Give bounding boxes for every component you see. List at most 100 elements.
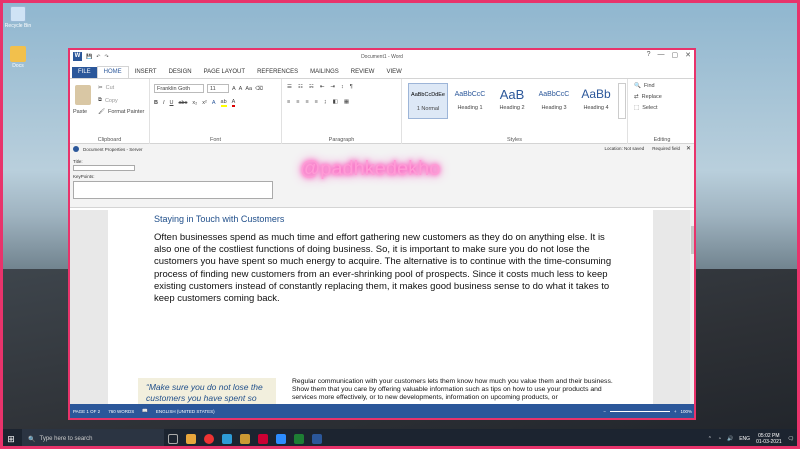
font-color-icon[interactable]: A [231, 99, 236, 107]
title-field-label: Title: [73, 159, 83, 164]
word-count[interactable]: 760 WORDS [108, 409, 134, 414]
keypoints-field[interactable] [73, 181, 273, 199]
replace-button[interactable]: Replace [642, 94, 662, 100]
close-button[interactable]: ✕ [685, 51, 691, 59]
clock[interactable]: 05:02 PM 01-03-2021 [756, 433, 782, 445]
task-view-icon[interactable] [168, 434, 178, 444]
style-normal[interactable]: AaBbCcDdEe 1 Normal [408, 83, 448, 119]
language-tray[interactable]: ENG [739, 436, 750, 442]
style-name: Heading 3 [541, 105, 567, 111]
help-button[interactable]: ? [647, 51, 651, 59]
borders-icon[interactable]: ▦ [344, 99, 349, 105]
select-button[interactable]: Select [642, 105, 657, 111]
zoom-app-icon[interactable] [276, 434, 286, 444]
line-spacing-icon[interactable]: ↨ [324, 99, 327, 105]
clipboard-group-label: Clipboard [97, 137, 122, 143]
notification-icon[interactable]: 🗨 [788, 436, 794, 442]
tab-file[interactable]: FILE [72, 67, 97, 78]
font-name-select[interactable]: Franklin Goth [154, 84, 204, 93]
desktop-icon-docs[interactable]: Docs [4, 46, 32, 69]
restore-button[interactable]: ▢ [672, 51, 679, 59]
zoom-in-icon[interactable]: + [674, 409, 677, 414]
paste-icon[interactable] [75, 85, 91, 105]
sort-icon[interactable]: ↕ [341, 84, 344, 90]
store-icon[interactable] [240, 434, 250, 444]
chrome-icon[interactable] [204, 434, 214, 444]
align-right-icon[interactable]: ≡ [305, 99, 308, 105]
find-button[interactable]: Find [644, 83, 655, 89]
vertical-scrollbar[interactable] [690, 210, 694, 408]
tray-chevron-icon[interactable]: ⌃ [708, 436, 712, 442]
tab-view[interactable]: VIEW [380, 67, 407, 78]
proofing-icon[interactable]: 📖 [142, 408, 148, 414]
minimize-button[interactable]: — [658, 51, 665, 59]
highlight-icon[interactable]: ab [220, 99, 227, 107]
shading-icon[interactable]: ◧ [333, 99, 338, 105]
tab-review[interactable]: REVIEW [345, 67, 381, 78]
style-heading-3[interactable]: AaBbCcC Heading 3 [534, 83, 574, 119]
grow-font-icon[interactable]: A [232, 86, 236, 92]
change-case-icon[interactable]: Aa [245, 86, 252, 92]
doc-props-title[interactable]: Document Properties - Server [83, 147, 143, 152]
justify-icon[interactable]: ≡ [315, 99, 318, 105]
style-preview: AaBb [581, 87, 611, 101]
increase-indent-icon[interactable]: ⇥ [330, 84, 335, 90]
copy-button[interactable]: Copy [105, 98, 118, 104]
cut-button[interactable]: Cut [106, 85, 115, 91]
style-heading-1[interactable]: AaBbCcC Heading 1 [450, 83, 490, 119]
wifi-icon[interactable]: ◔ [718, 436, 721, 442]
style-heading-4[interactable]: AaBb Heading 4 [576, 83, 616, 119]
tab-home[interactable]: HOME [96, 66, 129, 78]
volume-icon[interactable]: 🔊 [727, 436, 733, 442]
document-heading: Staying in Touch with Customers [154, 214, 285, 224]
font-size-select[interactable]: 11 [207, 84, 229, 93]
numbering-icon[interactable]: ☷ [298, 84, 303, 90]
info-icon [73, 146, 79, 152]
tab-mailings[interactable]: MAILINGS [304, 67, 345, 78]
title-field[interactable] [73, 165, 135, 171]
align-left-icon[interactable]: ≡ [287, 99, 290, 105]
style-heading-2[interactable]: AaB Heading 2 [492, 83, 532, 119]
underline-icon[interactable]: U [170, 100, 174, 106]
word-taskbar-icon[interactable] [312, 434, 322, 444]
close-panel-icon[interactable]: ✕ [686, 145, 691, 152]
multilevel-list-icon[interactable]: ☵ [309, 84, 314, 90]
italic-icon[interactable]: I [163, 100, 165, 106]
style-name: 1 Normal [416, 106, 440, 112]
shrink-font-icon[interactable]: A [239, 86, 243, 92]
zoom-out-icon[interactable]: − [603, 409, 606, 414]
tab-design[interactable]: DESIGN [163, 67, 198, 78]
scrollbar-thumb[interactable] [691, 226, 694, 254]
format-painter-icon: 🖌 [98, 109, 105, 115]
styles-scroll[interactable] [618, 83, 626, 119]
page-count[interactable]: PAGE 1 OF 2 [73, 409, 100, 414]
desktop-icon-recycle-bin[interactable]: Recycle Bin [4, 6, 32, 29]
decrease-indent-icon[interactable]: ⇤ [320, 84, 325, 90]
format-painter-button[interactable]: Format Painter [108, 109, 144, 115]
tab-page-layout[interactable]: PAGE LAYOUT [198, 67, 251, 78]
netflix-icon[interactable] [258, 434, 268, 444]
language-indicator[interactable]: ENGLISH (UNITED STATES) [156, 409, 215, 414]
clear-format-icon[interactable]: ⌫ [255, 86, 263, 92]
superscript-icon[interactable]: x² [202, 100, 207, 106]
file-explorer-icon[interactable] [186, 434, 196, 444]
subscript-icon[interactable]: x₂ [192, 100, 197, 106]
text-effects-icon[interactable]: A [212, 100, 216, 106]
start-button[interactable]: ⊞ [0, 434, 22, 445]
tab-references[interactable]: REFERENCES [251, 67, 304, 78]
zoom-slider[interactable] [609, 410, 670, 412]
zoom-level[interactable]: 100% [680, 409, 692, 414]
bullets-icon[interactable]: ☰ [287, 84, 292, 90]
strikethrough-icon[interactable]: abc [179, 100, 188, 106]
edge-icon[interactable] [222, 434, 232, 444]
align-center-icon[interactable]: ≡ [296, 99, 299, 105]
pilcrow-icon[interactable]: ¶ [350, 84, 353, 90]
document-page[interactable]: Staying in Touch with Customers Often bu… [108, 210, 653, 408]
bold-icon[interactable]: B [154, 100, 158, 106]
paste-button[interactable]: Paste [73, 109, 87, 115]
keypoints-field-label: KeyPoints: [73, 174, 95, 179]
tab-insert[interactable]: INSERT [129, 67, 163, 78]
search-box[interactable]: 🔍 Type here to search [22, 429, 164, 449]
app-icon[interactable] [294, 434, 304, 444]
ribbon-tabs: FILE HOME INSERT DESIGN PAGE LAYOUT REFE… [70, 64, 694, 78]
